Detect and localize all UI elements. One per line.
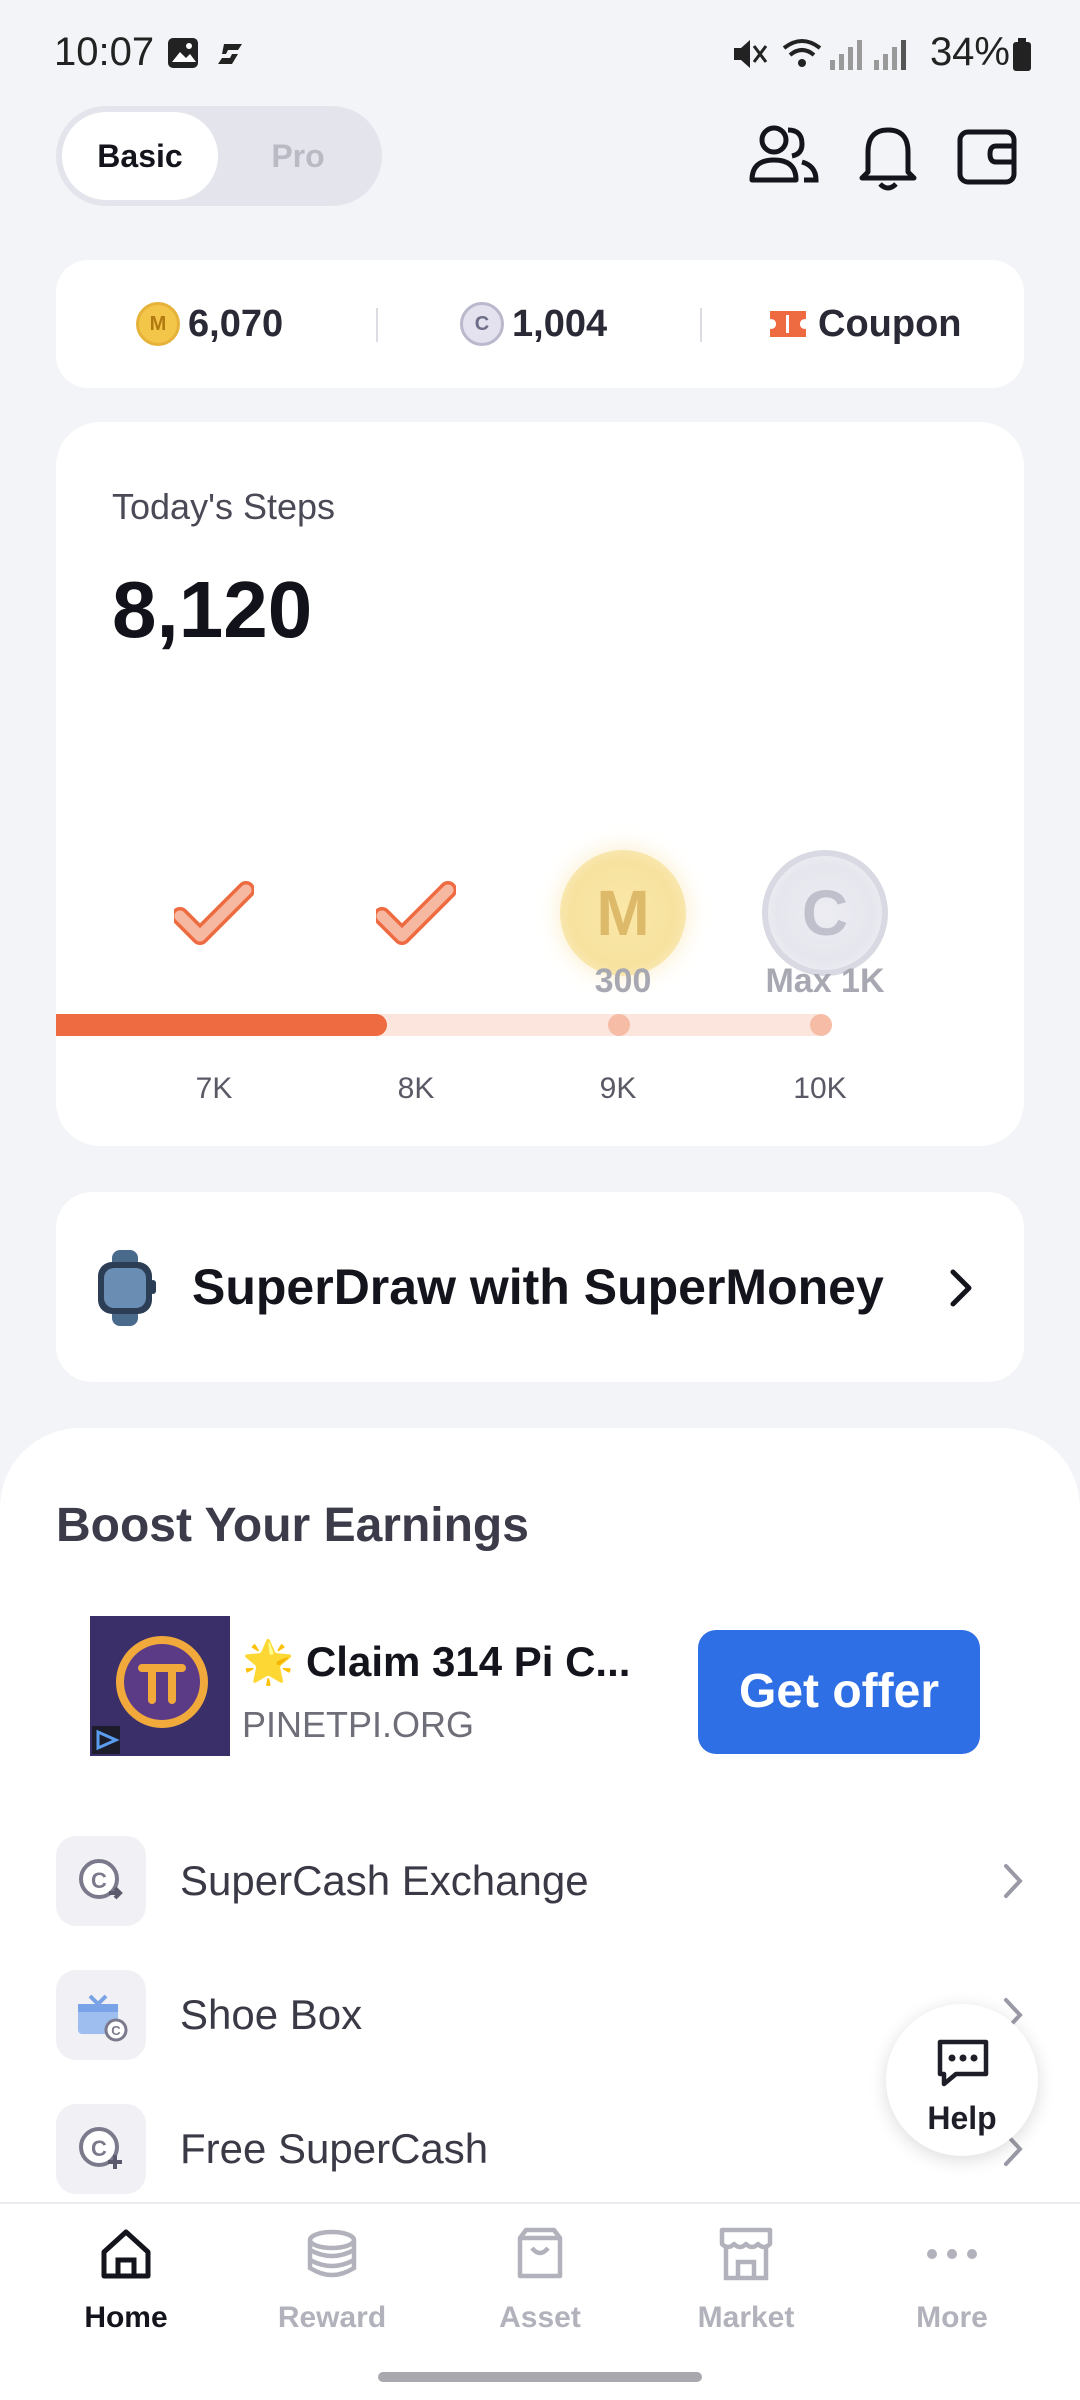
mute-icon [734, 40, 768, 68]
svg-text:C: C [91, 2136, 107, 2161]
steps-progress-fill [56, 1014, 387, 1036]
free-supercash-label: Free SuperCash [180, 2125, 489, 2172]
boost-title: Boost Your Earnings [56, 1499, 529, 1552]
superdraw-label: SuperDraw with SuperMoney [192, 1259, 884, 1315]
supercash-exchange-item[interactable]: C SuperCash Exchange [56, 1836, 1024, 1926]
tick-7k: 7K [195, 1072, 233, 1105]
ad-card[interactable]: 🌟 Claim 314 Pi C... PINETPI.ORG Get offe… [90, 1616, 990, 1756]
free-supercash-icon: C [56, 2104, 146, 2194]
supercash-reward-coin-icon: C [762, 850, 888, 976]
svg-text:C: C [91, 1868, 107, 1893]
wifi-icon [782, 39, 822, 67]
steps-card: Today's Steps 8,120 M 300 C Max 1K 7K 8K… [56, 422, 1024, 1146]
storefront-icon [719, 2227, 773, 2281]
coupon-button[interactable]: Coupon [768, 260, 962, 388]
tab-asset[interactable]: Asset [440, 2224, 640, 2335]
superdraw-banner[interactable]: SuperDraw with SuperMoney [56, 1192, 1024, 1382]
steps-count: 8,120 [112, 565, 313, 654]
supercash-value: 1,004 [512, 302, 608, 345]
shoe-box-label: Shoe Box [180, 1991, 363, 2038]
tab-market-label: Market [697, 2301, 795, 2334]
status-bar: 10:07 34% [0, 0, 1080, 110]
ad-domain: PINETPI.ORG [242, 1704, 475, 1745]
supermoney-coin-icon: M [136, 302, 180, 346]
supercash-exchange-label: SuperCash Exchange [180, 1857, 589, 1904]
battery-icon [1013, 38, 1031, 71]
bottom-tab-bar: Home Reward Asset Market More [0, 2202, 1080, 2400]
checkmark-7k-icon [174, 881, 254, 945]
signal-icon [830, 40, 862, 70]
tick-8k: 8K [397, 1072, 435, 1105]
tick-10k: 10K [793, 1072, 847, 1105]
supercash-balance[interactable]: C 1,004 [460, 260, 607, 388]
ad-headline: 🌟 Claim 314 Pi C... [242, 1638, 631, 1685]
shoe-box-item[interactable]: C Shoe Box [56, 1970, 1024, 2060]
tick-9k: 9K [599, 1072, 637, 1105]
balance-bar: M 6,070 C 1,004 Coupon [56, 260, 1024, 388]
gallery-icon [168, 38, 198, 68]
help-button[interactable]: Help [886, 2004, 1038, 2156]
chat-bubble-icon [937, 2039, 989, 2087]
checkmark-8k-icon [376, 881, 456, 945]
tab-asset-label: Asset [499, 2301, 581, 2334]
reward-10k: Max 1K [765, 962, 885, 1000]
help-label: Help [927, 2100, 997, 2136]
status-time: 10:07 [54, 30, 155, 74]
app-s-icon [218, 44, 242, 64]
steps-progress-track [56, 1014, 826, 1036]
coupon-ticket-icon [770, 311, 806, 337]
smartwatch-icon [98, 1250, 156, 1326]
divider [700, 308, 702, 342]
bell-icon[interactable] [848, 116, 928, 196]
supercash-coin-icon: C [460, 302, 504, 346]
battery-percent: 34% [929, 30, 1010, 74]
milestone-dot-10k [810, 1014, 832, 1036]
basic-option[interactable]: Basic [62, 112, 218, 200]
friends-icon[interactable] [744, 116, 824, 196]
get-offer-button[interactable]: Get offer [698, 1630, 980, 1754]
supermoney-reward-coin-icon: M [560, 850, 686, 976]
pi-network-logo-icon [90, 1616, 230, 1756]
tab-market[interactable]: Market [646, 2224, 846, 2335]
tab-home[interactable]: Home [26, 2224, 226, 2335]
wallet-icon[interactable] [948, 116, 1028, 196]
coin-stack-icon [307, 2229, 357, 2278]
tab-reward[interactable]: Reward [232, 2224, 432, 2335]
supermoney-value: 6,070 [188, 302, 284, 345]
tab-home-label: Home [84, 2301, 168, 2334]
home-indicator [378, 2372, 702, 2382]
shopping-bag-icon [517, 2227, 563, 2279]
home-icon [101, 2229, 151, 2279]
steps-label: Today's Steps [112, 486, 335, 527]
mode-toggle[interactable]: Basic Pro [56, 106, 382, 206]
svg-text:C: C [111, 2023, 121, 2038]
supercash-exchange-icon: C [56, 1836, 146, 1926]
chevron-right-icon [950, 1269, 972, 1307]
chevron-right-icon [1004, 1864, 1023, 1898]
reward-9k: 300 [594, 962, 652, 1000]
pro-option[interactable]: Pro [220, 112, 376, 200]
free-supercash-item[interactable]: C Free SuperCash [56, 2104, 1024, 2194]
supermoney-balance[interactable]: M 6,070 [136, 260, 283, 388]
coupon-label: Coupon [818, 302, 962, 345]
shoe-box-icon: C [56, 1970, 146, 2060]
tab-more-label: More [916, 2301, 988, 2334]
more-dots-icon [927, 2249, 977, 2259]
tab-more[interactable]: More [852, 2224, 1052, 2335]
milestone-dot-9k [608, 1014, 630, 1036]
signal-icon-2 [874, 40, 906, 70]
divider [376, 308, 378, 342]
tab-reward-label: Reward [277, 2301, 387, 2334]
